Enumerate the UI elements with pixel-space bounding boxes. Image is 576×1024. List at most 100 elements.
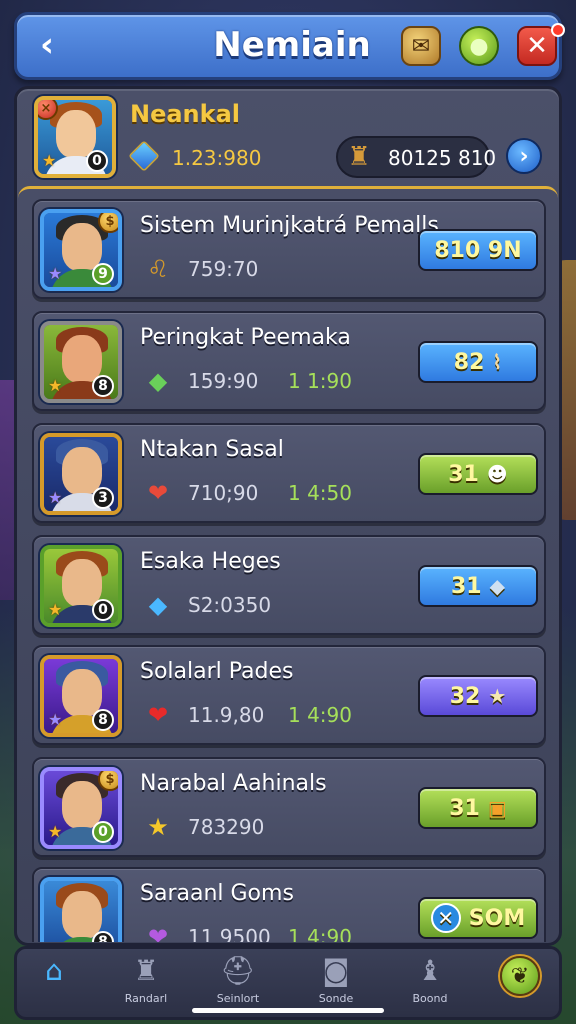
reward-button[interactable]: ✕ SOM: [418, 897, 538, 939]
page-title: Nemiain: [213, 25, 371, 65]
leaf-action-icon[interactable]: ❦: [500, 956, 540, 996]
list-item[interactable]: ★ 8 Solalarl Pades ❤ 11.9,80 1 4:90 32 ★: [32, 645, 546, 745]
crystal-icon: ◆: [489, 574, 505, 598]
level-badge: 9: [92, 263, 114, 285]
chest-icon: ▣: [487, 796, 507, 820]
star-icon: ★: [48, 600, 63, 619]
star-icon: ★: [488, 684, 507, 708]
reward-value: SOM: [468, 905, 526, 931]
list-item[interactable]: ★ 0 $ Narabal Aahinals ★ 783290 31 ▣: [32, 757, 546, 857]
avatar: ★ 0: [40, 545, 122, 627]
top-header: ‹ Nemiain ✉ ● ✕: [14, 12, 565, 80]
list-item[interactable]: 8 Saraanl Goms ❤ 11 9500 1 4:90 ✕ SOM: [32, 867, 546, 942]
trophy-icon: ♜: [347, 142, 371, 172]
star-icon: ★: [48, 488, 63, 507]
star-icon: ★: [48, 376, 63, 395]
scroll-icon: ⌇: [492, 350, 503, 374]
star-icon: ★: [48, 822, 63, 841]
list-item[interactable]: ★ 3 Ntakan Sasal ❤ 710;90 1 4:50 31 ☻: [32, 423, 546, 523]
item-stat-primary: 11.9,80: [188, 703, 265, 727]
nav-home[interactable]: ⌂: [14, 954, 94, 1014]
player-name: Neankal: [130, 100, 241, 128]
reward-button[interactable]: 32 ★: [418, 675, 538, 717]
level-badge: 8: [92, 375, 114, 397]
item-stat-secondary: 1 4:90: [288, 925, 352, 942]
item-stat-primary: 159:90: [188, 369, 259, 393]
reward-button[interactable]: 31 ☻: [418, 453, 538, 495]
avatar: ★ 0 $: [40, 767, 122, 849]
alert-badge-icon: ×: [38, 100, 58, 120]
coin-badge-icon: $: [98, 771, 118, 791]
player-level-badge: 0: [86, 150, 108, 172]
item-stat-primary: S2:0350: [188, 593, 272, 617]
level-badge: 3: [92, 487, 114, 509]
nav-boond[interactable]: ♝ Boond: [390, 954, 470, 1014]
player-avatar[interactable]: ★ 0 ×: [34, 96, 116, 178]
chevron-right-icon[interactable]: ›: [506, 138, 542, 174]
list-item[interactable]: ★ 9 $ Sistem Murinjkatrá Pemalls ♌ 759:7…: [32, 199, 546, 299]
reward-value: 82: [453, 349, 485, 375]
ranking-list: ★ 9 $ Sistem Murinjkatrá Pemalls ♌ 759:7…: [18, 186, 558, 942]
nav-sonde[interactable]: ◙ Sonde: [296, 954, 376, 1014]
red-heart-icon: ❤: [147, 701, 169, 729]
avatar: ★ 3: [40, 433, 122, 515]
reward-button[interactable]: 810 9N: [418, 229, 538, 271]
item-title: Peringkat Peemaka: [140, 325, 351, 350]
chevron-left-icon[interactable]: ‹: [29, 27, 65, 63]
reward-button[interactable]: 82 ⌇: [418, 341, 538, 383]
coin-badge-icon: $: [98, 213, 118, 233]
purple-heart-icon: ❤: [147, 923, 169, 942]
heart-icon: ❤: [147, 479, 169, 507]
item-stat-primary: 710;90: [188, 481, 259, 505]
avatar: 8: [40, 877, 122, 942]
nav-seinlort[interactable]: ⛑ Seinlort: [198, 954, 278, 1014]
nav-label: Seinlort: [216, 992, 260, 1005]
player-score: 80125 810: [388, 146, 497, 170]
lion-icon: ♌: [147, 255, 169, 283]
item-title: Esaka Heges: [140, 549, 281, 574]
player-currency: 1.23:980: [172, 146, 262, 170]
nav-label: Randarl: [124, 992, 168, 1005]
chat-bubble-icon[interactable]: ●: [459, 26, 499, 66]
nav-randarl[interactable]: ♜ Randarl: [106, 954, 186, 1014]
star-icon: ★: [147, 813, 169, 841]
reward-value: 32: [449, 683, 481, 709]
close-circle-icon: ✕: [430, 903, 461, 933]
item-title: Ntakan Sasal: [140, 437, 284, 462]
reward-button[interactable]: 31 ▣: [418, 787, 538, 829]
level-badge: 0: [92, 821, 114, 843]
camera-icon: ◙: [322, 954, 350, 987]
helmet-icon: ⛑: [220, 954, 256, 987]
list-item[interactable]: ★ 0 Esaka Heges ◆ S2:0350 31 ◆: [32, 535, 546, 635]
item-title: Narabal Aahinals: [140, 771, 327, 796]
star-icon: ★: [48, 710, 63, 729]
avatar-token-icon: ☻: [486, 462, 508, 486]
item-stat-primary: 759:70: [188, 257, 259, 281]
avatar: ★ 8: [40, 655, 122, 737]
nav-label: Boond: [412, 992, 448, 1005]
notification-dot: [551, 23, 565, 37]
star-icon: ★: [42, 151, 57, 170]
item-stat-primary: 783290: [188, 815, 265, 839]
level-badge: 8: [92, 709, 114, 731]
level-badge: 0: [92, 599, 114, 621]
reward-value: 31: [449, 795, 480, 821]
list-item[interactable]: ★ 8 Peringkat Peemaka ◆ 159:90 1 1:90 82…: [32, 311, 546, 411]
home-icon: ⌂: [45, 954, 63, 987]
item-stat-secondary: 1 4:90: [288, 703, 352, 727]
reward-value: 810 9N: [434, 237, 522, 263]
item-stat-secondary: 1 1:90: [288, 369, 352, 393]
reward-value: 31: [450, 573, 482, 599]
item-title: Sistem Murinjkatrá Pemalls: [140, 213, 439, 238]
castle-icon: ♜: [133, 954, 159, 987]
bag-icon: ♝: [417, 954, 443, 987]
nav-label: Sonde: [318, 992, 354, 1005]
home-indicator[interactable]: [192, 1008, 384, 1013]
star-icon: ★: [48, 264, 63, 283]
reward-button[interactable]: 31 ◆: [418, 565, 538, 607]
green-gem-icon: ◆: [148, 367, 168, 395]
item-title: Saraanl Goms: [140, 881, 294, 906]
scroll-icon[interactable]: ✉: [401, 26, 441, 66]
item-stat-primary: 11 9500: [188, 925, 271, 942]
reward-value: 31: [448, 461, 479, 487]
